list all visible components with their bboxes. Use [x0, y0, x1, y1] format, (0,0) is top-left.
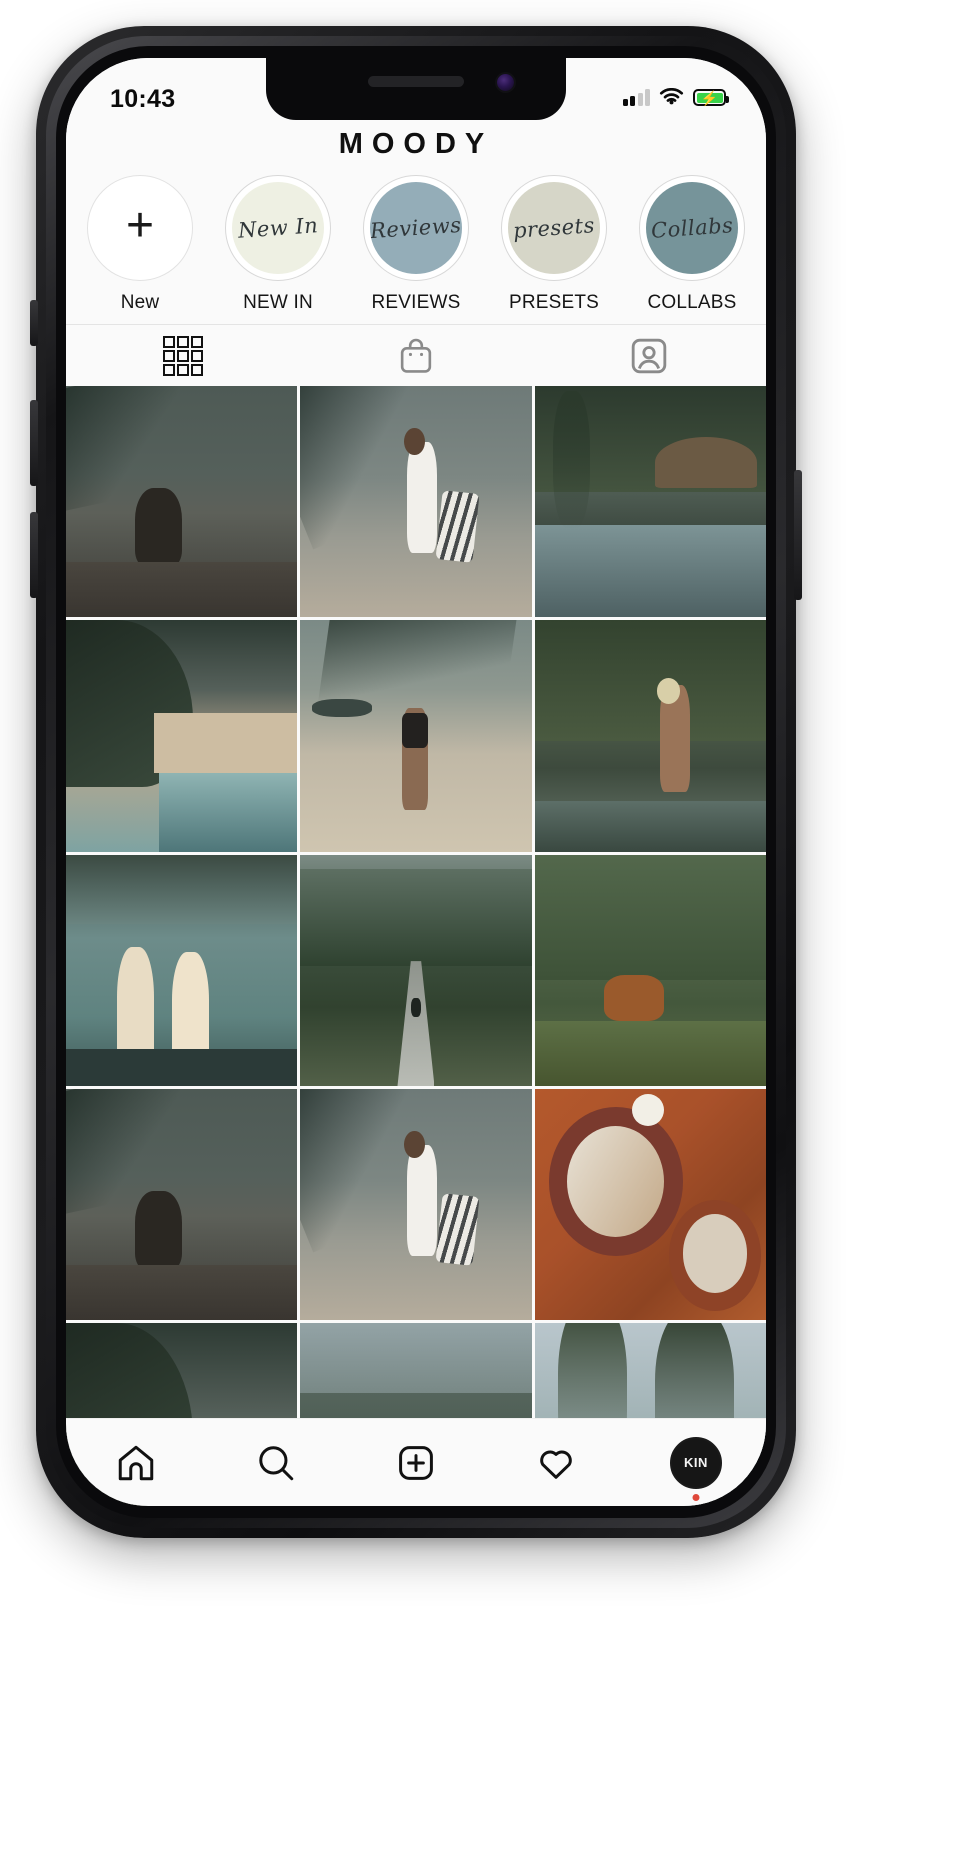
highlight-script-text: New In — [237, 213, 319, 243]
phone-screen: 10:43 ⚡ MOODY + New New In NEW IN Review… — [66, 58, 766, 1506]
highlight-cover: Reviews — [370, 182, 462, 274]
highlight-cover: + — [94, 182, 186, 274]
post-1[interactable] — [66, 386, 298, 618]
grid-icon — [162, 335, 203, 376]
status-indicators: ⚡ — [622, 88, 729, 107]
power-button[interactable] — [794, 470, 802, 600]
page-title: MOODY — [66, 122, 766, 163]
heart-icon — [540, 1450, 572, 1479]
highlight-label: NEW IN — [243, 292, 313, 313]
post-8[interactable] — [300, 854, 532, 1086]
shop-bag-icon — [400, 338, 432, 373]
device-notch — [266, 58, 566, 120]
front-camera-icon — [497, 74, 514, 91]
wifi-icon — [659, 88, 684, 105]
avatar-ring: KIN — [670, 1436, 722, 1489]
highlight-label: PRESETS — [508, 292, 600, 313]
mute-switch[interactable] — [30, 300, 38, 346]
status-time: 10:43 — [110, 85, 176, 113]
notification-dot — [692, 1493, 700, 1501]
screenshot-stage: 10:43 ⚡ MOODY + New New In NEW IN Review… — [0, 0, 962, 1849]
post-7[interactable] — [66, 854, 298, 1086]
tab-tagged[interactable] — [533, 325, 766, 386]
highlight-reviews[interactable]: Reviews REVIEWS — [350, 175, 482, 314]
tab-grid[interactable] — [66, 325, 299, 386]
highlight-script-text: Collabs — [650, 213, 734, 243]
highlight-cover: Collabs — [646, 182, 738, 274]
highlight-new-in[interactable]: New In NEW IN — [212, 175, 344, 314]
search-icon — [259, 1445, 294, 1480]
tagged-person-icon — [632, 338, 667, 373]
post-10[interactable] — [66, 1088, 298, 1321]
post-11[interactable] — [300, 1088, 532, 1321]
highlight-new[interactable]: + New — [74, 175, 206, 314]
add-post-icon — [399, 1445, 433, 1480]
avatar-label: KIN — [684, 1455, 708, 1470]
tab-shop[interactable] — [299, 325, 532, 386]
battery-charging-icon: ⚡ — [693, 89, 729, 106]
volume-up-button[interactable] — [30, 400, 38, 486]
post-5[interactable] — [300, 620, 532, 852]
nav-add[interactable] — [379, 1431, 453, 1495]
earpiece-speaker — [368, 76, 464, 87]
highlight-script-text: Reviews — [370, 212, 462, 244]
highlight-collabs[interactable]: Collabs COLLABS — [626, 175, 758, 314]
post-12[interactable] — [534, 1088, 766, 1321]
plus-icon: + — [125, 199, 155, 252]
highlight-ring: New In — [225, 175, 331, 281]
highlight-label: New — [120, 292, 160, 313]
volume-down-button[interactable] — [30, 512, 38, 598]
nav-search[interactable] — [239, 1431, 313, 1495]
nav-home[interactable] — [99, 1431, 173, 1495]
profile-tabs — [66, 324, 766, 386]
highlight-presets[interactable]: presets PRESETS — [488, 175, 620, 314]
cellular-signal-icon — [622, 89, 650, 106]
photo-grid — [66, 386, 766, 1506]
highlight-ring: presets — [501, 175, 607, 281]
highlight-ring: Reviews — [363, 175, 469, 281]
story-highlights-row: + New New In NEW IN Reviews REVIEWS presets PRE… — [66, 163, 766, 324]
nav-activity[interactable] — [519, 1431, 593, 1495]
highlight-ring: Collabs — [639, 175, 745, 281]
post-6[interactable] — [534, 620, 766, 852]
highlight-cover: New In — [232, 182, 324, 274]
post-2[interactable] — [300, 386, 532, 618]
highlight-cover: presets — [508, 182, 600, 274]
nav-profile[interactable]: KIN — [659, 1431, 733, 1501]
bottom-navigation-bar: KIN — [66, 1418, 766, 1506]
profile-avatar-icon[interactable]: KIN — [670, 1436, 722, 1501]
highlight-ring: + — [87, 175, 193, 281]
highlight-script-text: presets — [512, 213, 596, 243]
highlight-label: COLLABS — [647, 292, 737, 313]
post-4[interactable] — [66, 620, 298, 852]
post-3[interactable] — [534, 386, 766, 618]
highlight-label: REVIEWS — [371, 292, 461, 313]
charging-bolt-glyph: ⚡ — [700, 89, 719, 106]
home-icon — [118, 1445, 154, 1480]
post-9[interactable] — [534, 854, 766, 1086]
